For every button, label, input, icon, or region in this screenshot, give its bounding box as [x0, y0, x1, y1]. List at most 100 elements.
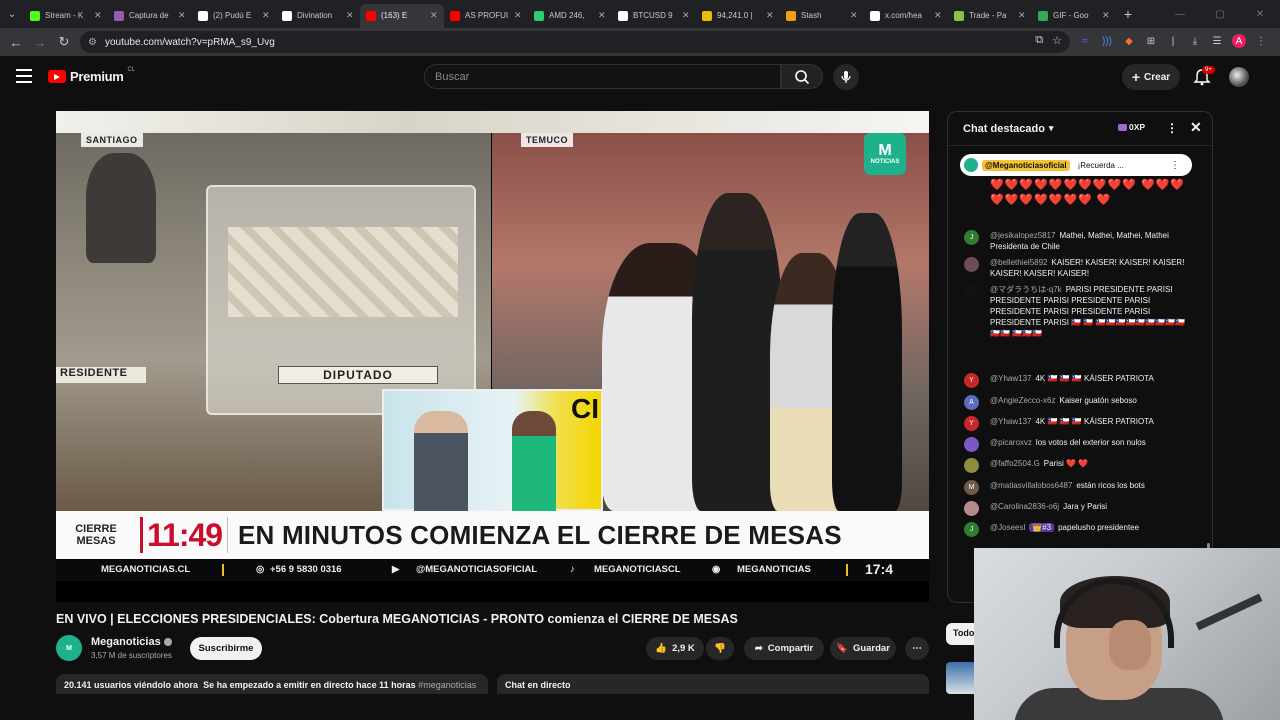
forward-button[interactable]: →: [28, 35, 52, 50]
close-window-button[interactable]: ✕: [1240, 9, 1280, 20]
extension-icon[interactable]: ))): [1100, 34, 1114, 48]
pinned-message[interactable]: @Meganoticiasoficial ¡Recuerda ... ⋮: [960, 154, 1192, 176]
chat-avatar[interactable]: [964, 437, 979, 452]
chat-avatar[interactable]: J: [964, 230, 979, 245]
browser-tab[interactable]: (163) E ✕: [360, 3, 444, 28]
browser-tab[interactable]: AS PROFUI ✕: [444, 4, 528, 28]
youtube-logo[interactable]: Premium CL: [48, 67, 135, 84]
extension-icon[interactable]: ◆: [1122, 34, 1136, 48]
save-button[interactable]: 🔖 Guardar: [830, 637, 896, 660]
close-chat-icon[interactable]: ✕: [1190, 119, 1202, 136]
chat-message[interactable]: @bellethiel5892 KAISER! KAISER! KAISER! K…: [964, 257, 1194, 279]
tab-close-icon[interactable]: ✕: [934, 10, 942, 21]
tab-close-icon[interactable]: ✕: [178, 10, 186, 21]
channel-name[interactable]: Meganoticias: [91, 636, 172, 648]
chat-scrollbar[interactable]: [1206, 148, 1210, 598]
video-player[interactable]: RESIDENTE DIPUTADO SANTIAGO TEMUCO M NOT…: [56, 111, 929, 602]
browser-tab[interactable]: Trade - Pa ✕: [948, 4, 1032, 28]
filter-chip-all[interactable]: Todo: [946, 623, 974, 645]
chat-avatar[interactable]: M: [964, 480, 979, 495]
chat-message[interactable]: @Carolina2836-o6j Jara y Parisi: [964, 501, 1194, 516]
browser-tab[interactable]: x.com/hea ✕: [864, 4, 948, 28]
chat-mode-label[interactable]: Chat destacado: [963, 123, 1045, 135]
chat-username[interactable]: @jesikalopez5817: [990, 231, 1056, 240]
chat-message[interactable]: J @jesikalopez5817 Mathei, Mathei, Mathei,…: [964, 230, 1194, 252]
chat-username[interactable]: @AngieZecco-x6z: [990, 396, 1055, 405]
extension-icon[interactable]: ≈: [1078, 34, 1092, 48]
chat-message[interactable]: Y @Yhaw137 4K 🇨🇱 🇨🇱 🇨🇱 KÁISER PATRIOTA: [964, 416, 1194, 431]
browser-tab[interactable]: AMD 246, ✕: [528, 4, 612, 28]
xp-indicator[interactable]: 0XP: [1118, 122, 1145, 132]
chat-avatar[interactable]: A: [964, 395, 979, 410]
chat-username[interactable]: @faffo2504.G: [990, 459, 1040, 468]
search-input[interactable]: Buscar: [424, 64, 781, 89]
tab-close-icon[interactable]: ✕: [682, 10, 690, 21]
tab-close-icon[interactable]: ✕: [1018, 10, 1026, 21]
tab-close-icon[interactable]: ✕: [94, 10, 102, 21]
reload-button[interactable]: ↻: [52, 34, 76, 50]
channel-avatar[interactable]: M: [56, 635, 82, 661]
voice-search-button[interactable]: [833, 64, 859, 90]
back-button[interactable]: ←: [4, 35, 28, 50]
hashtag[interactable]: #meganoticias: [418, 680, 476, 690]
cast-icon[interactable]: ⧉: [1035, 34, 1043, 47]
chat-avatar[interactable]: J: [964, 522, 979, 537]
chat-message[interactable]: Y @Yhaw137 4K 🇨🇱 🇨🇱 🇨🇱 KÁISER PATRIOTA: [964, 373, 1194, 388]
like-button[interactable]: 👍 2,9 K: [646, 637, 704, 660]
chat-avatar[interactable]: Y: [964, 373, 979, 388]
search-button[interactable]: [781, 64, 823, 89]
chat-message[interactable]: @faffo2504.G Parisi ❤️ ❤️: [964, 458, 1194, 473]
bookmark-star-icon[interactable]: ☆: [1052, 34, 1062, 47]
pinned-menu-icon[interactable]: ⋮: [1170, 160, 1180, 171]
chat-username[interactable]: @Joseesl: [990, 523, 1025, 532]
tab-close-icon[interactable]: ✕: [430, 10, 438, 21]
chat-menu-icon[interactable]: ⋮: [1166, 121, 1178, 135]
chat-message[interactable]: M @matiasvillalobos6487 están ricos los bo…: [964, 480, 1194, 495]
description-box[interactable]: 20.141 usuarios viéndolo ahora Se ha emp…: [56, 674, 488, 694]
chat-username[interactable]: @bellethiel5892: [990, 258, 1048, 267]
browser-tab[interactable]: 94,241.0 | ✕: [696, 4, 780, 28]
chat-username[interactable]: @Yhaw137: [990, 374, 1031, 383]
menu-icon[interactable]: [16, 69, 32, 83]
dislike-button[interactable]: 👎: [706, 637, 734, 660]
chat-avatar[interactable]: [964, 284, 979, 299]
browser-tab[interactable]: Stream - K ✕: [24, 4, 108, 28]
user-avatar[interactable]: [1229, 67, 1249, 87]
url-bar[interactable]: ⚙ youtube.com/watch?v=pRMA_s9_Uvg ⧉ ☆: [80, 31, 1070, 53]
chevron-down-icon[interactable]: ▾: [1049, 123, 1054, 134]
reading-list-icon[interactable]: ☰: [1210, 34, 1224, 48]
new-tab-button[interactable]: +: [1116, 6, 1140, 22]
tab-close-icon[interactable]: ✕: [262, 10, 270, 21]
tab-close-icon[interactable]: ✕: [850, 10, 858, 21]
tab-close-icon[interactable]: ✕: [346, 10, 354, 21]
chat-avatar[interactable]: Y: [964, 416, 979, 431]
tab-search-button[interactable]: ⌄: [0, 0, 24, 28]
chat-message[interactable]: J @Joseesl 👑#3 papelusho presidentee: [964, 522, 1194, 537]
more-actions-button[interactable]: ⋯: [905, 637, 929, 660]
chat-username[interactable]: @マダラうちは-q7k: [990, 285, 1062, 294]
profile-avatar[interactable]: A: [1232, 34, 1246, 48]
download-icon[interactable]: ⤓: [1188, 34, 1202, 48]
tab-close-icon[interactable]: ✕: [514, 10, 522, 21]
browser-tab[interactable]: BTCUSD 9 ✕: [612, 4, 696, 28]
browser-tab[interactable]: GIF - Goo ✕: [1032, 4, 1116, 28]
browser-tab[interactable]: Stash ✕: [780, 4, 864, 28]
maximize-button[interactable]: ▢: [1200, 9, 1240, 20]
minimize-button[interactable]: —: [1160, 9, 1200, 20]
tab-close-icon[interactable]: ✕: [598, 10, 606, 21]
chat-message[interactable]: @マダラうちは-q7k PARISI PRESIDENTE PARISI PRES…: [964, 284, 1194, 339]
chat-username[interactable]: @matiasvillalobos6487: [990, 481, 1072, 490]
site-info-icon[interactable]: ⚙: [88, 37, 97, 48]
live-chat-toggle[interactable]: Chat en directo: [497, 674, 929, 694]
subscribe-button[interactable]: Suscribirme: [190, 637, 262, 660]
chat-message[interactable]: A @AngieZecco-x6z Kaiser guatón seboso: [964, 395, 1194, 410]
share-button[interactable]: ➦ Compartir: [744, 637, 824, 660]
browser-tab[interactable]: Divination ✕: [276, 4, 360, 28]
chat-avatar[interactable]: [964, 257, 979, 272]
browser-menu-icon[interactable]: ⋮: [1254, 34, 1268, 48]
chat-message[interactable]: @picaroxvz los votos del exterior son nul…: [964, 437, 1194, 452]
chat-username[interactable]: @picaroxvz: [990, 438, 1032, 447]
extensions-puzzle-icon[interactable]: ⊞: [1144, 34, 1158, 48]
chat-username[interactable]: @Carolina2836-o6j: [990, 502, 1059, 511]
create-button[interactable]: + Crear: [1122, 64, 1180, 90]
